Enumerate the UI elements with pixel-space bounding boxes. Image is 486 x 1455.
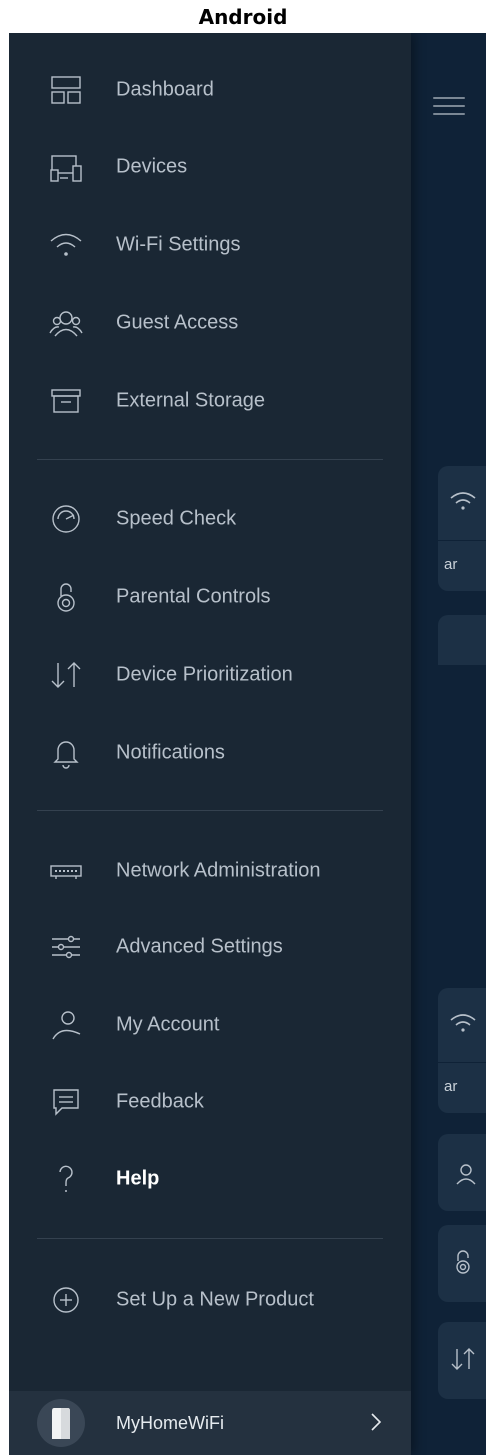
menu-item-guest-access[interactable]: Guest Access xyxy=(9,293,411,353)
background-card-priority[interactable] xyxy=(438,1322,486,1399)
menu-item-notifications[interactable]: Notifications xyxy=(9,723,411,783)
background-card-parental[interactable] xyxy=(438,1225,486,1302)
wifi-icon xyxy=(450,1014,476,1032)
menu-divider xyxy=(37,459,383,460)
parental-lock-icon xyxy=(456,1250,470,1274)
menu-item-wifi-settings[interactable]: Wi-Fi Settings xyxy=(9,215,411,275)
menu-item-devices[interactable]: Devices xyxy=(9,137,411,197)
menu-item-label: Guest Access xyxy=(116,311,239,334)
menu-divider xyxy=(37,1238,383,1239)
menu-item-label: Network Administration xyxy=(116,859,321,882)
question-icon xyxy=(49,1162,83,1196)
router-icon xyxy=(49,854,83,888)
background-card-text: ar xyxy=(444,1078,458,1095)
background-app: ar ar xyxy=(411,33,486,1455)
menu-item-speed-check[interactable]: Speed Check xyxy=(9,489,411,549)
background-card-guest[interactable] xyxy=(438,1134,486,1211)
priority-arrows-icon xyxy=(49,658,83,692)
menu-item-label: Notifications xyxy=(116,741,225,764)
hamburger-menu-icon[interactable] xyxy=(433,97,465,115)
menu-item-label: My Account xyxy=(116,1013,220,1036)
background-card-text: ar xyxy=(444,556,458,573)
menu-item-network-administration[interactable]: Network Administration xyxy=(9,841,411,901)
menu-item-label: Wi-Fi Settings xyxy=(116,233,241,256)
menu-item-my-account[interactable]: My Account xyxy=(9,995,411,1055)
guest-access-icon xyxy=(456,1164,476,1185)
menu-item-label: External Storage xyxy=(116,389,265,412)
phone-screen: ar ar Dashboard Devices Wi-Fi Settings G… xyxy=(9,33,486,1455)
plus-circle-icon xyxy=(49,1283,83,1317)
menu-item-dashboard[interactable]: Dashboard xyxy=(9,60,411,120)
menu-item-label: Feedback xyxy=(116,1090,204,1113)
menu-item-label: Parental Controls xyxy=(116,585,271,608)
wifi-icon xyxy=(450,492,476,510)
navigation-drawer: Dashboard Devices Wi-Fi Settings Guest A… xyxy=(9,33,411,1455)
chat-bubble-icon xyxy=(49,1085,83,1119)
bell-icon xyxy=(49,736,83,770)
menu-item-help[interactable]: Help xyxy=(9,1149,411,1209)
priority-arrows-icon xyxy=(451,1348,475,1370)
menu-item-label: Device Prioritization xyxy=(116,663,293,686)
platform-title: Android xyxy=(198,5,288,29)
devices-icon xyxy=(49,150,83,184)
sliders-icon xyxy=(49,930,83,964)
speedometer-icon xyxy=(49,502,83,536)
menu-item-label: Devices xyxy=(116,155,188,178)
chevron-right-icon xyxy=(371,1413,382,1431)
storage-box-icon xyxy=(49,384,83,418)
parental-lock-icon xyxy=(49,580,83,614)
node-avatar-icon xyxy=(37,1399,85,1447)
menu-item-external-storage[interactable]: External Storage xyxy=(9,371,411,431)
menu-item-parental-controls[interactable]: Parental Controls xyxy=(9,567,411,627)
menu-item-label: Help xyxy=(116,1167,160,1190)
background-card-1: ar xyxy=(438,466,486,591)
person-icon xyxy=(49,1008,83,1042)
guest-access-icon xyxy=(49,306,83,340)
network-name: MyHomeWiFi xyxy=(116,1413,224,1433)
menu-item-device-prioritization[interactable]: Device Prioritization xyxy=(9,645,411,705)
menu-item-label: Set Up a New Product xyxy=(116,1288,314,1311)
menu-item-label: Speed Check xyxy=(116,507,237,530)
dashboard-icon xyxy=(49,73,83,107)
background-card-2 xyxy=(438,615,486,665)
menu-item-label: Dashboard xyxy=(116,78,214,101)
network-selector[interactable]: MyHomeWiFi xyxy=(9,1391,411,1455)
wifi-icon xyxy=(49,228,83,262)
menu-divider xyxy=(37,810,383,811)
menu-item-label: Advanced Settings xyxy=(116,935,283,958)
menu-item-advanced-settings[interactable]: Advanced Settings xyxy=(9,917,411,977)
background-card-3: ar xyxy=(438,988,486,1113)
menu-item-feedback[interactable]: Feedback xyxy=(9,1072,411,1132)
menu-item-set-up-new-product[interactable]: Set Up a New Product xyxy=(9,1270,411,1330)
